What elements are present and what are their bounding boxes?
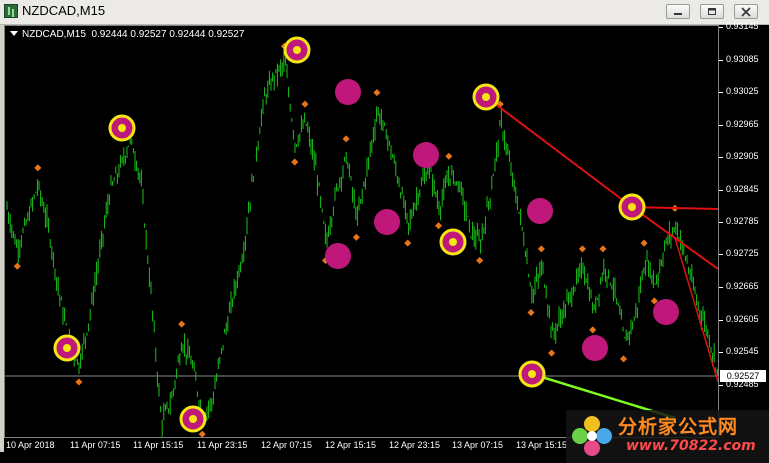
fractal-up-marker — [537, 245, 545, 253]
minimize-icon — [674, 13, 682, 15]
fractal-up-marker — [34, 164, 42, 172]
price-axis-label: 0.92665 — [726, 281, 759, 291]
price-chart-svg[interactable] — [5, 26, 718, 437]
close-icon — [741, 7, 751, 17]
fractal-up-marker — [578, 245, 586, 253]
watermark-title: 分析家公式网 — [618, 416, 739, 438]
price-axis-label: 0.92545 — [726, 346, 759, 356]
flower-logo-icon — [572, 416, 612, 456]
maximize-icon — [708, 8, 716, 15]
price-axis-tick — [719, 385, 723, 386]
fractal-down-marker — [291, 158, 299, 166]
signal-circle-magenta — [653, 299, 679, 325]
fractal-down-marker — [157, 436, 165, 437]
fractal-down-marker — [619, 355, 628, 363]
price-axis-label: 0.92965 — [726, 119, 759, 129]
signal-circle-magenta — [582, 335, 608, 361]
platform-window: NZDCAD,M15 NZDCAD,M15 0.92444 0.92527 0.… — [0, 0, 769, 463]
signal-dot — [118, 124, 126, 132]
fractal-down-marker — [352, 233, 360, 241]
price-axis-tick — [719, 157, 723, 158]
price-axis-tick — [719, 352, 723, 353]
signal-dot — [189, 415, 197, 423]
fractal-up-marker — [301, 100, 309, 108]
close-button[interactable] — [734, 4, 758, 19]
fractal-down-marker — [548, 349, 556, 357]
current-price-tag: 0.92527 — [720, 370, 766, 382]
time-axis-label: 12 Apr 23:15 — [389, 440, 441, 450]
fractal-down-marker — [404, 239, 412, 247]
price-axis-tick — [719, 125, 723, 126]
time-axis-label: 11 Apr 15:15 — [133, 440, 184, 450]
price-axis-label: 0.93085 — [726, 54, 759, 64]
collapse-triangle-icon[interactable] — [10, 31, 18, 36]
price-axis-label: 0.92605 — [726, 314, 759, 324]
time-axis-label: 13 Apr 07:15 — [452, 440, 504, 450]
price-axis-tick — [719, 287, 723, 288]
fractal-down-marker — [527, 309, 535, 317]
fractal-up-marker — [342, 135, 350, 143]
signal-dot — [293, 46, 301, 54]
window-title: NZDCAD,M15 — [22, 3, 106, 18]
title-bar[interactable]: NZDCAD,M15 — [0, 0, 769, 25]
time-axis-label: 13 Apr 15:15 — [516, 440, 568, 450]
price-axis-label: 0.92845 — [726, 184, 759, 194]
signal-dot — [482, 93, 490, 101]
price-axis-tick — [719, 320, 723, 321]
time-axis-label: 11 Apr 07:15 — [70, 440, 121, 450]
price-axis-tick — [719, 92, 723, 93]
signal-circle-magenta — [325, 243, 351, 269]
symbol-label: NZDCAD,M15 — [22, 29, 86, 40]
fractal-down-marker — [75, 378, 83, 386]
price-axis-tick — [719, 190, 723, 191]
fractal-up-marker — [640, 239, 648, 247]
signal-dot — [528, 370, 536, 378]
time-axis-label: 11 Apr 23:15 — [197, 440, 248, 450]
bars-layer — [6, 51, 718, 437]
signal-dot — [63, 344, 71, 352]
price-axis-label: 0.93025 — [726, 86, 759, 96]
watermark-url: www.70822.com — [626, 438, 756, 454]
watermark: 分析家公式网 www.70822.com — [566, 410, 769, 463]
price-axis-label: 0.92725 — [726, 248, 759, 258]
fractal-down-marker — [476, 256, 484, 264]
signal-circle-magenta — [413, 142, 439, 168]
minimize-button[interactable] — [666, 4, 690, 19]
maximize-button[interactable] — [700, 4, 724, 19]
time-axis-label: 12 Apr 15:15 — [325, 440, 377, 450]
fractal-down-marker — [13, 262, 21, 270]
price-axis-tick — [719, 222, 723, 223]
fractal-down-marker — [589, 326, 597, 334]
fractal-up-marker — [445, 152, 453, 160]
fractal-up-marker — [373, 89, 381, 97]
price-axis-label: 0.92905 — [726, 151, 759, 161]
fractal-down-marker — [435, 222, 443, 230]
signal-circles — [53, 36, 679, 433]
trendline-steep — [674, 237, 718, 383]
price-axis-tick — [719, 60, 723, 61]
signal-circle-magenta — [527, 198, 553, 224]
signal-dot — [449, 238, 457, 246]
chart-window-icon — [4, 4, 18, 18]
price-axis-label: 0.93145 — [726, 21, 759, 31]
price-axis-label: 0.92785 — [726, 216, 759, 226]
price-axis-tick — [719, 27, 723, 28]
time-axis-label: 12 Apr 07:15 — [261, 440, 313, 450]
ohlc-values: 0.92444 0.92527 0.92444 0.92527 — [91, 29, 245, 40]
time-axis-label: 10 Apr 2018 — [6, 440, 55, 450]
signal-circle-magenta — [374, 209, 400, 235]
fractal-up-marker — [178, 320, 186, 328]
fractal-down-marker — [198, 430, 206, 437]
signal-circle-magenta — [335, 79, 361, 105]
fractal-up-marker — [599, 245, 607, 253]
price-axis-tick — [719, 254, 723, 255]
symbol-info: NZDCAD,M15 0.92444 0.92527 0.92444 0.925… — [10, 29, 244, 40]
signal-dot — [628, 203, 636, 211]
